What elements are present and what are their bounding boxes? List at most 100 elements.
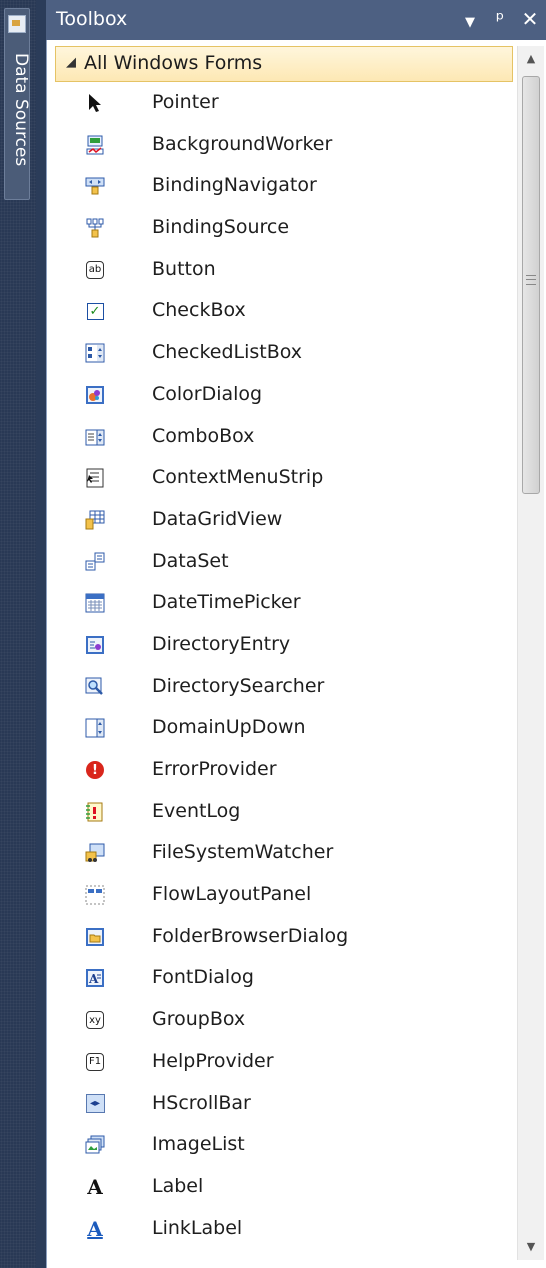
toolbox-item-datagridview[interactable]: DataGridView xyxy=(47,500,511,542)
context-menu-strip-icon xyxy=(85,468,105,488)
auto-hide-pin-button[interactable]: ᵖ xyxy=(490,6,510,36)
error-provider-icon: ! xyxy=(85,760,105,780)
data-sources-tab[interactable]: Data Sources xyxy=(4,8,31,200)
toolbox-item-bindingnavigator[interactable]: BindingNavigator xyxy=(47,166,511,208)
toolbox-item-label: DirectoryEntry xyxy=(152,632,291,655)
checkbox-icon: ✓ xyxy=(85,301,105,321)
toolbox-item-groupbox[interactable]: xy GroupBox xyxy=(47,1000,511,1042)
close-button[interactable]: ✕ xyxy=(520,6,540,36)
help-provider-icon: F1 xyxy=(85,1052,105,1072)
toolbox-item-label: DirectorySearcher xyxy=(152,674,325,697)
toolbox-item-colordialog[interactable]: ColorDialog xyxy=(47,375,511,417)
toolbox-item-imagelist[interactable]: ImageList xyxy=(47,1125,511,1167)
toolbox-item-label: BindingSource xyxy=(152,216,290,239)
close-icon: ✕ xyxy=(521,7,539,31)
toolbox-item-label: FlowLayoutPanel xyxy=(152,883,312,906)
label-icon: A xyxy=(87,1174,103,1199)
group-box-icon: xy xyxy=(85,1010,105,1030)
toolbox-item-eventlog[interactable]: EventLog xyxy=(47,792,511,834)
toolbox-item-label: HScrollBar xyxy=(152,1091,251,1114)
background-worker-icon xyxy=(85,135,105,155)
toolbox-item-datetimepicker[interactable]: DateTimePicker xyxy=(47,583,511,625)
directory-searcher-icon xyxy=(85,677,105,697)
toolbox-item-label: DomainUpDown xyxy=(152,716,306,739)
scroll-up-arrow-icon: ▲ xyxy=(526,52,536,65)
directory-entry-icon xyxy=(85,635,105,655)
toolbox-item-flowlayoutpanel[interactable]: FlowLayoutPanel xyxy=(47,875,511,917)
font-dialog-icon: A xyxy=(85,968,105,988)
toolbox-item-domainupdown[interactable]: DomainUpDown xyxy=(47,708,511,750)
toolbox-item-label: EventLog xyxy=(152,799,241,822)
folder-browser-dialog-icon xyxy=(85,927,105,947)
toolbox-item-folderbrowserdialog[interactable]: FolderBrowserDialog xyxy=(47,917,511,959)
window-position-dropdown-button[interactable]: ▼ xyxy=(460,6,480,36)
hscrollbar-icon: ◂▸ xyxy=(85,1094,105,1114)
toolbox-panel: ◢ All Windows Forms Pointer BackgroundWor… xyxy=(46,40,546,1268)
toolbox-item-directorysearcher[interactable]: DirectorySearcher xyxy=(47,667,511,709)
toolbox-item-label: FolderBrowserDialog xyxy=(152,924,349,947)
toolbox-item-label[interactable]: A Label xyxy=(47,1167,511,1209)
domain-up-down-icon xyxy=(85,718,105,738)
toolbox-item-label: ContextMenuStrip xyxy=(152,466,324,489)
toolbox-item-label: Pointer xyxy=(152,91,219,113)
toolbox-item-label: BackgroundWorker xyxy=(152,132,333,155)
toolbox-item-directoryentry[interactable]: DirectoryEntry xyxy=(47,625,511,667)
data-sources-label: Data Sources xyxy=(11,53,31,167)
toolbox-item-label: FileSystemWatcher xyxy=(152,841,334,864)
scroll-down-button[interactable]: ▼ xyxy=(518,1234,544,1260)
data-sources-icon xyxy=(8,15,26,33)
event-log-icon xyxy=(85,802,105,822)
toolbox-title: Toolbox xyxy=(56,8,128,30)
toolbox-title-bar: Toolbox ▼ ᵖ ✕ xyxy=(46,0,546,40)
toolbox-item-dataset[interactable]: DataSet xyxy=(47,542,511,584)
toolbox-item-label: DataSet xyxy=(152,549,229,572)
pointer-icon xyxy=(85,93,105,113)
vertical-scrollbar[interactable]: ▲ ▼ xyxy=(517,46,544,1260)
toolbox-item-label: Label xyxy=(152,1174,204,1197)
toolbox-item-label: CheckBox xyxy=(152,299,246,322)
toolbox-item-button[interactable]: ab Button xyxy=(47,250,511,292)
combo-box-icon xyxy=(85,427,105,447)
toolbox-item-filesystemwatcher[interactable]: FileSystemWatcher xyxy=(47,833,511,875)
category-label: All Windows Forms xyxy=(84,52,263,74)
scroll-thumb[interactable] xyxy=(522,76,540,494)
date-time-picker-icon xyxy=(85,593,105,613)
expand-triangle-icon: ◢ xyxy=(66,55,76,70)
button-icon: ab xyxy=(85,260,105,280)
toolbox-item-combobox[interactable]: ComboBox xyxy=(47,417,511,459)
toolbox-item-helpprovider[interactable]: F1 HelpProvider xyxy=(47,1042,511,1084)
toolbox-item-label: ComboBox xyxy=(152,424,255,447)
toolbox-item-hscrollbar[interactable]: ◂▸ HScrollBar xyxy=(47,1084,511,1126)
toolbox-item-linklabel[interactable]: A LinkLabel xyxy=(47,1209,511,1251)
data-set-icon xyxy=(85,552,105,572)
toolbox-item-label: FontDialog xyxy=(152,966,254,989)
toolbox-item-label: HelpProvider xyxy=(152,1049,274,1072)
toolbox-item-bindingsource[interactable]: BindingSource xyxy=(47,208,511,250)
checked-list-box-icon xyxy=(85,343,105,363)
toolbox-item-checkedlistbox[interactable]: CheckedListBox xyxy=(47,333,511,375)
file-system-watcher-icon xyxy=(85,843,105,863)
toolbox-item-label: Button xyxy=(152,257,216,280)
binding-navigator-icon xyxy=(85,176,105,196)
image-list-icon xyxy=(85,1135,105,1155)
toolbox-item-pointer[interactable]: Pointer xyxy=(47,83,511,125)
pin-icon: ᵖ xyxy=(495,7,505,31)
scroll-up-button[interactable]: ▲ xyxy=(518,46,544,72)
category-all-windows-forms[interactable]: ◢ All Windows Forms xyxy=(55,46,513,82)
toolbox-item-label: LinkLabel xyxy=(152,1216,243,1239)
toolbox-item-backgroundworker[interactable]: BackgroundWorker xyxy=(47,125,511,167)
toolbox-item-label: ErrorProvider xyxy=(152,758,277,780)
toolbox-item-list: Pointer BackgroundWorker BindingNavigator B… xyxy=(47,83,511,1250)
toolbox-item-label: BindingNavigator xyxy=(152,174,317,197)
toolbox-item-errorprovider[interactable]: ! ErrorProvider xyxy=(47,750,511,792)
toolbox-item-label: DataGridView xyxy=(152,507,283,530)
scroll-down-arrow-icon: ▼ xyxy=(526,1240,536,1253)
toolbox-item-contextmenustrip[interactable]: ContextMenuStrip xyxy=(47,458,511,500)
link-label-icon: A xyxy=(87,1216,103,1241)
toolbox-item-fontdialog[interactable]: A FontDialog xyxy=(47,958,511,1000)
color-dialog-icon xyxy=(85,385,105,405)
flow-layout-panel-icon xyxy=(85,885,105,905)
toolbox-item-checkbox[interactable]: ✓ CheckBox xyxy=(47,291,511,333)
grip-icon xyxy=(526,275,536,285)
toolbox-item-label: GroupBox xyxy=(152,1008,246,1031)
